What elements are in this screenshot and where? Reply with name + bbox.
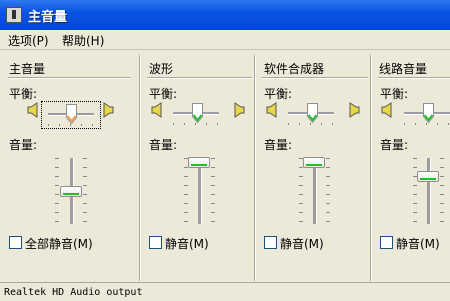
- balance-thumb[interactable]: [423, 103, 434, 123]
- volume-thumb[interactable]: [188, 157, 210, 168]
- title-underline: [262, 77, 368, 79]
- master-volume-panel: 主音量 平衡: 音量: 全部静音(M): [0, 50, 139, 282]
- mute-label[interactable]: 静音(M): [396, 235, 440, 252]
- balance-ticks: [288, 123, 336, 125]
- volume-label: 音量:: [9, 138, 38, 152]
- balance-thumb[interactable]: [307, 103, 318, 123]
- volume-label: 音量:: [380, 138, 409, 152]
- volume-ticks-left: [55, 158, 59, 224]
- panel-title: 主音量: [9, 62, 46, 76]
- panel-title: 线路音量: [379, 62, 428, 76]
- menu-help[interactable]: 帮助(H): [62, 32, 104, 49]
- title-bar[interactable]: 主音量: [0, 0, 450, 30]
- volume-ticks-right: [211, 158, 215, 224]
- menu-bar: 选项(P) 帮助(H): [0, 30, 450, 50]
- balance-thumb[interactable]: [192, 103, 203, 123]
- volume-thumb[interactable]: [303, 157, 325, 168]
- mute-label[interactable]: 静音(M): [280, 235, 324, 252]
- balance-label: 平衡:: [149, 87, 178, 101]
- balance-label: 平衡:: [264, 87, 293, 101]
- speaker-left-icon: [266, 102, 277, 118]
- status-text: Realtek HD Audio output: [4, 287, 143, 298]
- volume-ticks-left: [184, 158, 188, 224]
- mute-label[interactable]: 静音(M): [165, 235, 209, 252]
- speaker-left-icon: [381, 102, 392, 118]
- menu-options[interactable]: 选项(P): [8, 32, 49, 49]
- title-underline: [8, 77, 130, 79]
- panel-title: 软件合成器: [264, 62, 325, 76]
- title-underline: [378, 77, 450, 79]
- volume-ticks-right: [83, 158, 87, 224]
- volume-ticks-left: [299, 158, 303, 224]
- balance-ticks: [48, 124, 96, 126]
- balance-label: 平衡:: [9, 87, 38, 101]
- mute-all-label[interactable]: 全部静音(M): [25, 235, 93, 252]
- panel-title: 波形: [149, 62, 174, 76]
- volume-label: 音量:: [149, 138, 178, 152]
- balance-ticks: [404, 123, 450, 125]
- mute-all-checkbox[interactable]: [9, 236, 22, 249]
- mute-checkbox[interactable]: [380, 236, 393, 249]
- mute-checkbox[interactable]: [264, 236, 277, 249]
- speaker-right-icon: [103, 102, 114, 118]
- balance-thumb[interactable]: [66, 104, 77, 124]
- status-bar: Realtek HD Audio output: [0, 282, 450, 301]
- title-underline: [147, 77, 252, 79]
- volume-thumb[interactable]: [60, 186, 82, 197]
- volume-track: [427, 158, 431, 224]
- software-synth-panel: 软件合成器 平衡: 音量: 静音(M): [256, 50, 370, 282]
- balance-ticks: [173, 123, 221, 125]
- speaker-app-icon[interactable]: [6, 7, 22, 23]
- volume-ticks-right: [326, 158, 330, 224]
- volume-ticks-right: [440, 158, 444, 224]
- speaker-left-icon: [27, 102, 38, 118]
- window-title: 主音量: [28, 10, 68, 25]
- volume-ticks-left: [413, 158, 417, 224]
- line-volume-panel: 线路音量 平衡: 音量: 静音(M): [372, 50, 450, 282]
- volume-thumb[interactable]: [417, 171, 439, 182]
- wave-panel: 波形 平衡: 音量: 静音(M): [141, 50, 254, 282]
- speaker-left-icon: [151, 102, 162, 118]
- speaker-right-icon: [234, 102, 245, 118]
- balance-label: 平衡:: [380, 87, 409, 101]
- speaker-right-icon: [349, 102, 360, 118]
- volume-label: 音量:: [264, 138, 293, 152]
- mute-checkbox[interactable]: [149, 236, 162, 249]
- balance-slider-master[interactable]: [41, 101, 101, 129]
